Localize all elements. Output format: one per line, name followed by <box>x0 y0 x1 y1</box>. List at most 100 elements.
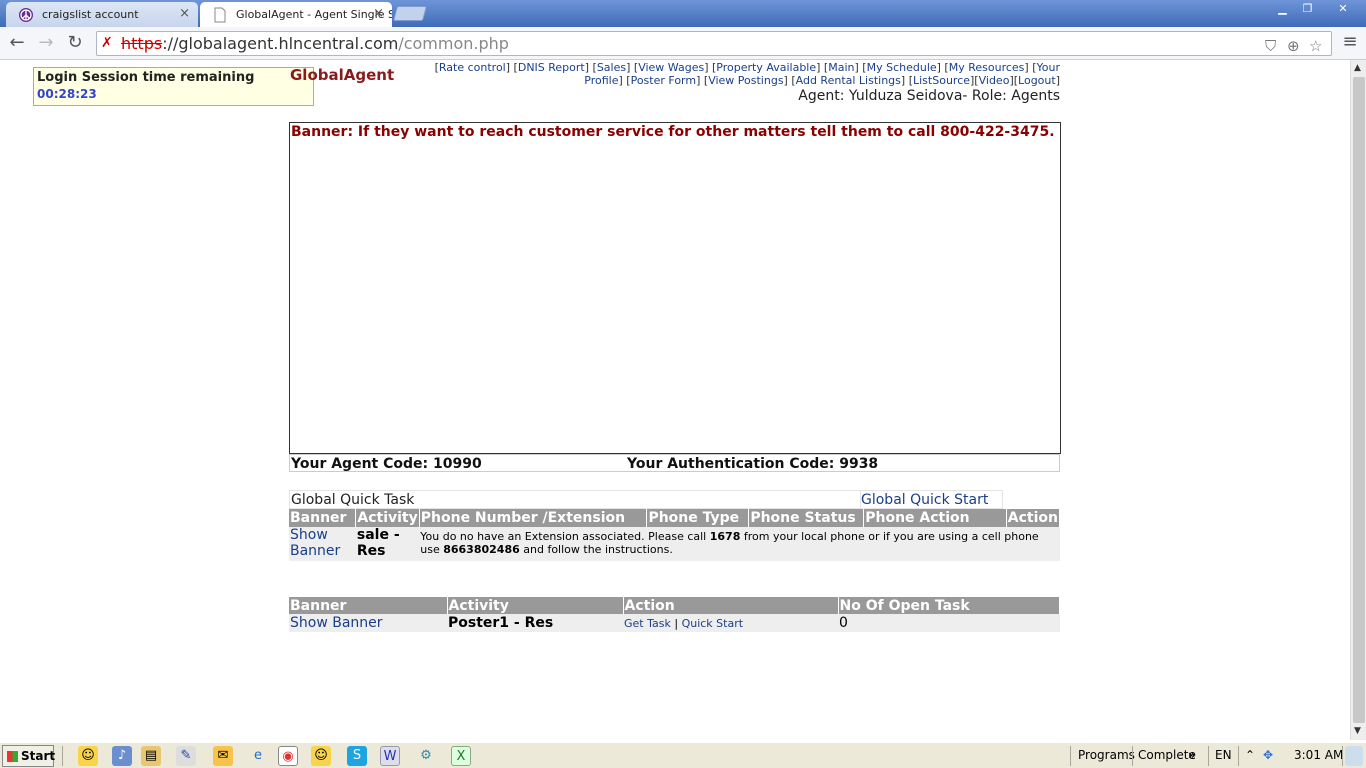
shield-icon[interactable]: ⛉ <box>1265 35 1276 58</box>
banner-text: Banner: If they want to reach customer s… <box>291 124 1055 140</box>
scroll-down-icon[interactable]: ▼ <box>1354 726 1361 736</box>
get-task-link[interactable]: Get Task <box>624 617 671 630</box>
word-icon[interactable]: W <box>380 746 400 766</box>
tray-expand-icon[interactable]: ⌃ <box>1245 748 1255 762</box>
messenger-icon[interactable]: ☺ <box>311 746 331 766</box>
browser-tab-bar: craigslist account × GlobalAgent - Agent… <box>0 0 1366 27</box>
language-indicator[interactable]: EN <box>1215 748 1232 762</box>
tab-globalagent[interactable]: GlobalAgent - Agent Single S × <box>200 2 392 27</box>
minimize-icon[interactable]: ▁ <box>1270 2 1295 18</box>
clock[interactable]: 3:01 AM <box>1294 748 1343 762</box>
col-open-task-count: No Of Open Task <box>838 597 1060 614</box>
start-button[interactable]: Start <box>2 745 56 767</box>
back-icon[interactable]: ← <box>6 32 28 54</box>
divider <box>1070 746 1071 766</box>
col-action: Action <box>1006 509 1061 527</box>
show-banner-link[interactable]: Show Banner <box>290 615 383 631</box>
nav-main[interactable]: Main <box>828 61 854 74</box>
nav-video[interactable]: Video <box>979 74 1010 87</box>
tab-title: craigslist account <box>42 8 139 21</box>
nav-add-rental-listings[interactable]: Add Rental Listings <box>796 74 901 87</box>
page-content: Login Session time remaining 00:28:23 Gl… <box>0 60 1350 740</box>
nav-property-available[interactable]: Property Available <box>716 61 816 74</box>
folder-icon[interactable]: ▤ <box>141 746 161 766</box>
ie-icon[interactable]: e <box>248 746 268 766</box>
separator: | <box>674 616 679 630</box>
col-activity: Activity <box>447 597 624 614</box>
close-icon[interactable]: × <box>373 6 384 21</box>
windows-logo-icon <box>7 751 18 762</box>
link-text: Banner <box>290 543 341 559</box>
nav-line-2: Profile] [Poster Form] [View Postings] [… <box>584 74 1060 87</box>
scroll-thumb[interactable] <box>1353 77 1365 723</box>
nav-view-postings[interactable]: View Postings <box>708 74 783 87</box>
reload-icon[interactable]: ↻ <box>64 32 86 54</box>
page-icon <box>214 7 226 23</box>
scroll-up-icon[interactable]: ▲ <box>1354 63 1361 73</box>
col-banner: Banner <box>289 597 448 614</box>
messenger-icon[interactable]: ☺ <box>78 746 98 766</box>
app-icon[interactable]: ✉ <box>213 746 233 766</box>
open-task-count: 0 <box>838 614 1060 632</box>
itunes-icon[interactable]: ♪ <box>112 746 132 766</box>
star-icon[interactable]: ☆ <box>1309 35 1322 58</box>
vertical-scrollbar[interactable]: ▲ ▼ <box>1350 60 1366 740</box>
activity-cell: Poster1 - Res <box>447 614 623 632</box>
nav-my-resources[interactable]: My Resources <box>949 61 1025 74</box>
divider <box>1238 746 1239 766</box>
nav-your-profile-1[interactable]: Your <box>1037 61 1060 74</box>
chrome-icon[interactable]: ◉ <box>278 746 298 766</box>
nav-sales[interactable]: Sales <box>597 61 626 74</box>
url-host: ://globalagent.hlncentral.com <box>162 34 399 53</box>
nav-view-wages[interactable]: View Wages <box>638 61 704 74</box>
table-header-row: Banner Activity Phone Number /Extension … <box>289 509 1061 527</box>
cell-number: 8663802486 <box>443 543 520 556</box>
window-close-icon[interactable]: ✕ <box>1326 2 1360 18</box>
app-icon[interactable]: ✎ <box>176 746 196 766</box>
divider <box>1132 746 1133 766</box>
forward-icon[interactable]: → <box>35 32 57 54</box>
menu-icon[interactable]: ≡ <box>1340 31 1360 53</box>
activity-cell: sale - Res <box>355 527 420 561</box>
zoom-icon[interactable]: ⊕ <box>1287 35 1300 58</box>
show-desktop-icon[interactable] <box>1345 746 1363 766</box>
link-text: Show <box>290 527 328 543</box>
chevron-right-icon[interactable]: » <box>1188 748 1196 762</box>
table-row: Show Banner Poster1 - Res Get Task | Qui… <box>289 614 1060 632</box>
show-banner-link[interactable]: Show Banner <box>290 527 340 559</box>
app-icon[interactable]: ⚙ <box>416 746 436 766</box>
message-text: and follow the instructions. <box>519 543 673 556</box>
network-icon[interactable]: ✥ <box>1263 748 1273 762</box>
activity-text: Res <box>356 543 386 559</box>
address-bar[interactable]: ✗ https://globalagent.hlncentral.com/com… <box>96 31 1332 56</box>
table-header-row: Banner Activity Action No Of Open Task <box>289 597 1060 614</box>
action-cell: Get Task | Quick Start <box>623 614 838 632</box>
nav-logout[interactable]: Logout <box>1018 74 1056 87</box>
codes-row: Your Agent Code: 10990 Your Authenticati… <box>289 454 1060 472</box>
divider <box>1342 746 1343 766</box>
banner-cell: Show Banner <box>289 527 356 561</box>
restore-icon[interactable]: ❐ <box>1295 2 1320 18</box>
nav-my-schedule[interactable]: My Schedule <box>867 61 937 74</box>
excel-icon[interactable]: X <box>451 746 471 766</box>
nav-dnis-report[interactable]: DNIS Report <box>518 61 585 74</box>
nav-line-1: [Rate control] [DNIS Report] [Sales] [Vi… <box>434 61 1060 74</box>
nav-your-profile-2[interactable]: Profile <box>584 74 618 87</box>
divider <box>62 746 63 766</box>
table-row: Show Banner sale - Res You do no have an E… <box>289 527 1060 561</box>
tab-craigslist[interactable]: craigslist account × <box>6 2 198 27</box>
new-tab-button[interactable] <box>392 6 428 21</box>
browser-toolbar: ← → ↻ ✗ https://globalagent.hlncentral.c… <box>0 27 1366 60</box>
quick-start-link[interactable]: Quick Start <box>682 617 743 630</box>
nav-poster-form[interactable]: Poster Form <box>631 74 697 87</box>
nav-links: [Rate control] [DNIS Report] [Sales] [Vi… <box>390 61 1060 87</box>
auth-code: Your Authentication Code: 9938 <box>627 456 879 472</box>
url-scheme: https <box>121 34 163 53</box>
start-label: Start <box>21 749 56 763</box>
global-quick-start-link[interactable]: Global Quick Start <box>861 492 988 508</box>
nav-listsource[interactable]: ListSource <box>913 74 970 87</box>
close-icon[interactable]: × <box>179 6 190 21</box>
skype-icon[interactable]: S <box>347 746 367 766</box>
programs-toolbar[interactable]: Programs <box>1078 748 1135 762</box>
nav-rate-control[interactable]: Rate control <box>439 61 506 74</box>
